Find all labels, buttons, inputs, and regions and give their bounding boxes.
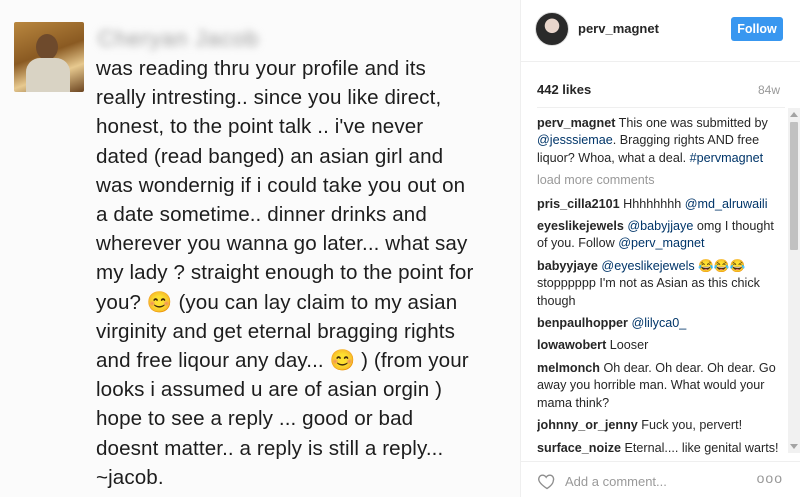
- comment-text: Looser: [606, 338, 649, 353]
- scroll-up-arrow-icon[interactable]: [790, 112, 798, 117]
- comment: surface_noize Eternal.... like genital w…: [537, 440, 787, 457]
- comment-mention[interactable]: @eyeslikejewels: [601, 259, 694, 273]
- comment: melmonch Oh dear. Oh dear. Oh dear. Go a…: [537, 360, 787, 412]
- divider: [537, 107, 785, 108]
- comment-text: Fuck you, pervert!: [637, 418, 743, 433]
- comment: lowawobert Looser: [537, 337, 787, 354]
- message-text: was reading thru your profile and its re…: [96, 57, 474, 489]
- add-comment-input[interactable]: [565, 472, 745, 490]
- comments-scrollbar[interactable]: [788, 108, 800, 453]
- caption-text-1: This one was submitted by: [615, 116, 768, 130]
- caption: perv_magnet This one was submitted by @j…: [537, 115, 787, 167]
- comment-mention[interactable]: @perv_magnet: [618, 236, 704, 250]
- comment-text: Hhhhhhhh: [619, 196, 685, 211]
- comment: eyeslikejewels @babyjjaye omg I thought …: [537, 218, 787, 253]
- comment-mention[interactable]: @md_alruwaili: [685, 197, 768, 211]
- scrollbar-thumb[interactable]: [790, 122, 798, 250]
- sender-avatar: [14, 22, 84, 92]
- comment-username[interactable]: benpaulhopper: [537, 316, 628, 330]
- profile-avatar[interactable]: [535, 12, 569, 46]
- comment-text: Eternal.... like genital warts!: [621, 440, 779, 455]
- comment-username[interactable]: melmonch: [537, 361, 600, 375]
- comment-mention[interactable]: @babyjjaye: [627, 219, 693, 233]
- post-age[interactable]: 84w: [758, 83, 780, 97]
- comment: benpaulhopper @lilyca0_: [537, 315, 787, 332]
- comments-list: perv_magnet This one was submitted by @j…: [537, 115, 787, 460]
- comment-username[interactable]: eyeslikejewels: [537, 219, 624, 233]
- post-image: Cheryan Jacob was reading thru your prof…: [0, 0, 520, 497]
- comment: babyyjaye @eyeslikejewels 😂😂😂 stopppppp …: [537, 258, 787, 310]
- comment-username[interactable]: lowawobert: [537, 338, 606, 352]
- comment-username[interactable]: babyyjaye: [537, 259, 598, 273]
- caption-hashtag[interactable]: #pervmagnet: [690, 151, 764, 165]
- follow-button[interactable]: Follow: [731, 17, 783, 41]
- comment-username[interactable]: johnny_or_jenny: [537, 418, 638, 432]
- comment-mention[interactable]: @lilyca0_: [631, 316, 686, 330]
- comment-username[interactable]: surface_noize: [537, 441, 621, 455]
- post-footer: ooo: [521, 461, 800, 497]
- sender-name-blurred: Cheryan Jacob: [98, 26, 259, 51]
- post-header: perv_magnet Follow: [521, 0, 800, 62]
- profile-username[interactable]: perv_magnet: [578, 21, 659, 36]
- post-sidebar: perv_magnet Follow 442 likes 84w perv_ma…: [520, 0, 800, 497]
- more-options-icon[interactable]: ooo: [757, 470, 783, 486]
- comment: pris_cilla2101 Hhhhhhhh @md_alruwaili: [537, 196, 787, 213]
- caption-mention[interactable]: @jesssiemae: [537, 133, 613, 147]
- scroll-down-arrow-icon[interactable]: [790, 444, 798, 449]
- load-more-comments-link[interactable]: load more comments: [537, 172, 787, 189]
- likes-count[interactable]: 442 likes: [537, 82, 591, 97]
- comment: johnny_or_jenny Fuck you, pervert!: [537, 417, 787, 434]
- caption-username[interactable]: perv_magnet: [537, 116, 615, 130]
- comment-username[interactable]: pris_cilla2101: [537, 197, 620, 211]
- heart-icon[interactable]: [537, 471, 557, 491]
